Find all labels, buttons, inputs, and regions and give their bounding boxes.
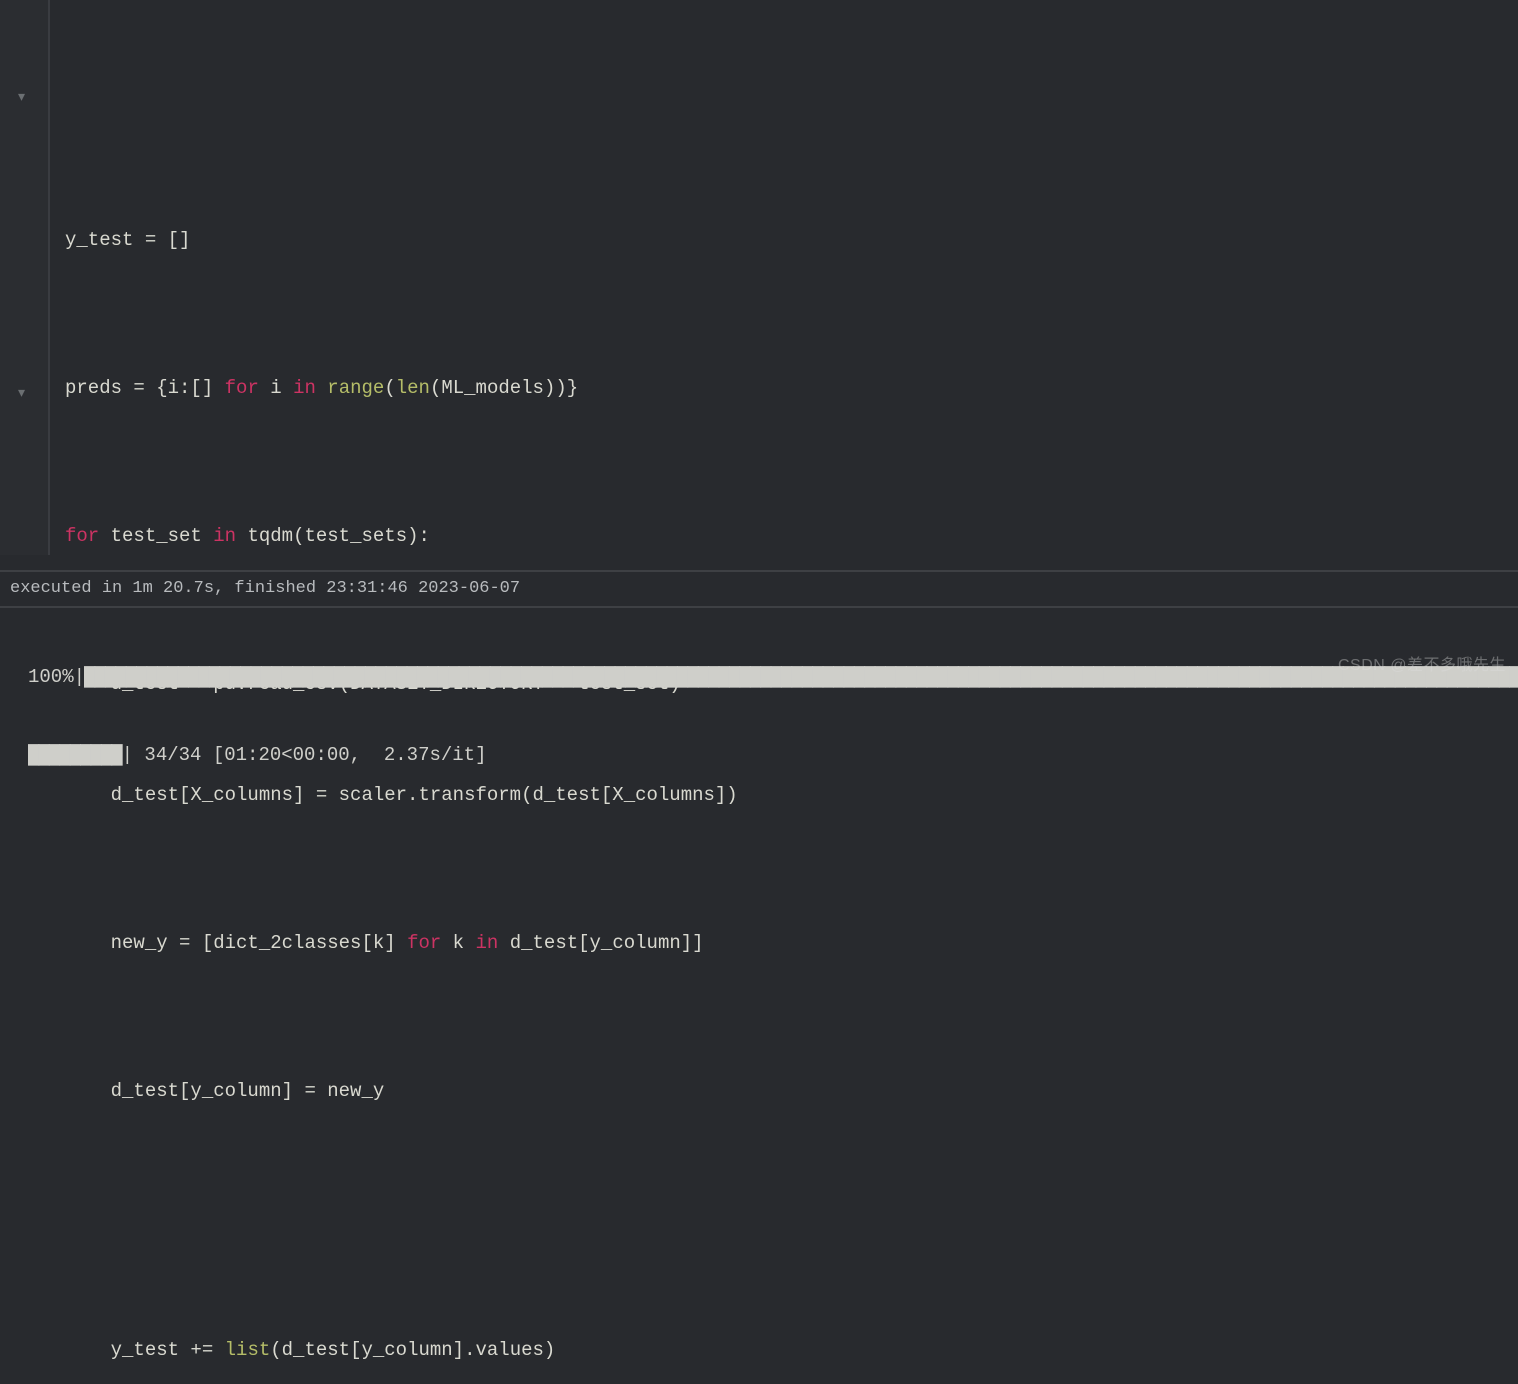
- code-line: y_test = []: [65, 229, 190, 251]
- execution-status: executed in 1m 20.7s, finished 23:31:46 …: [0, 570, 1518, 608]
- progress-percent: 100%: [28, 666, 74, 688]
- fold-marker-icon[interactable]: ▾: [18, 80, 28, 117]
- progress-bar: |███████████████████████████████████████…: [74, 666, 1518, 688]
- progress-stats: | 34/34 [01:20<00:00, 2.37s/it]: [122, 744, 487, 766]
- output-area: 100%|███████████████████████████████████…: [0, 612, 1518, 794]
- fold-marker-icon[interactable]: ▾: [18, 376, 28, 413]
- code-editor[interactable]: ▾ ▾ y_test = [] preds = {i:[] for i in r…: [0, 0, 1518, 555]
- status-text: executed in 1m 20.7s, finished 23:31:46 …: [10, 579, 520, 598]
- code-line: preds = {i:[] for i in range(len(ML_mode…: [65, 370, 1518, 407]
- code-line: d_test[y_column] = new_y: [65, 1080, 384, 1102]
- code-line: for test_set in tqdm(test_sets):: [65, 518, 1518, 555]
- progress-bar: █████████: [28, 744, 122, 766]
- code-line: new_y = [dict_2classes[k] for k in d_tes…: [65, 925, 1518, 962]
- watermark: CSDN @差不多哦先生: [1338, 647, 1506, 684]
- code-line: y_test += list(d_test[y_column].values): [65, 1332, 1518, 1369]
